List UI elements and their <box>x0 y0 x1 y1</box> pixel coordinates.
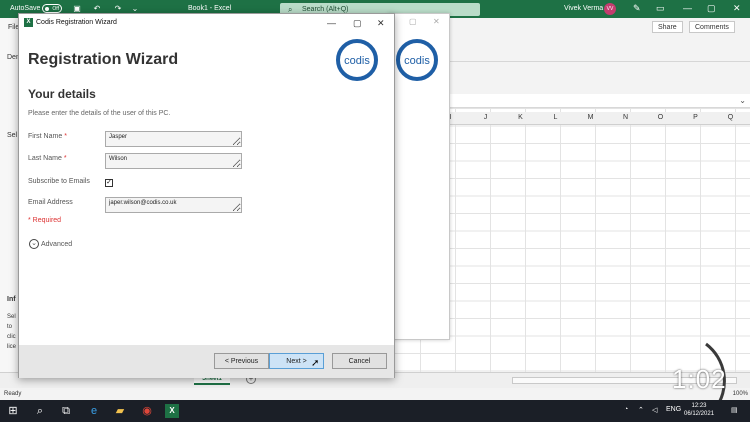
share-label: Share <box>658 24 677 31</box>
column-header[interactable]: J <box>468 114 503 121</box>
excel-taskbar-icon[interactable]: X <box>165 404 179 418</box>
logo-text: codis <box>344 55 370 67</box>
chevron-down-icon: ⌄ <box>29 239 39 249</box>
last-name-field[interactable]: Wilson <box>105 153 242 169</box>
column-header[interactable]: N <box>608 114 643 121</box>
codis-logo: codis <box>336 39 378 81</box>
wizard-titlebar: X Codis Registration Wizard — ▢ ✕ <box>19 14 394 32</box>
avatar[interactable]: VV <box>604 3 616 15</box>
comments-button[interactable]: Comments <box>689 21 735 33</box>
notifications-icon[interactable]: ▤ <box>731 406 738 414</box>
skype-icon[interactable]: ◔ <box>624 406 628 413</box>
show-hidden-icons-icon[interactable]: ⌃ <box>638 406 644 414</box>
pen-icon[interactable]: ✎ <box>633 3 641 14</box>
column-header[interactable]: Q <box>713 114 748 121</box>
minimize-icon[interactable]: — <box>683 3 692 13</box>
pane-label: Sel <box>7 132 18 139</box>
clock-date: 06/12/2021 <box>684 411 715 417</box>
pane-info-line: to <box>7 324 13 330</box>
previous-button[interactable]: < Previous <box>214 353 269 369</box>
search-icon[interactable]: ⌕ <box>33 404 47 418</box>
section-description: Please enter the details of the user of … <box>28 110 171 117</box>
volume-icon[interactable]: ◁ <box>652 406 657 414</box>
autosave-toggle[interactable]: Off <box>42 4 62 13</box>
wizard-heading: Registration Wizard <box>28 51 179 68</box>
document-title: Book1 - Excel <box>188 5 232 12</box>
last-name-label-text: Last Name <box>28 155 62 162</box>
windows-start-icon[interactable]: ⊞ <box>6 404 20 418</box>
mouse-cursor-icon: ➚ <box>311 358 320 369</box>
maximize-icon[interactable]: ▢ <box>353 14 362 32</box>
required-note-text: * Required <box>28 217 62 224</box>
column-header[interactable]: P <box>678 114 713 121</box>
search-placeholder: Search (Alt+Q) <box>302 6 349 13</box>
required-note: * Required <box>28 217 61 224</box>
file-explorer-icon[interactable]: ▰ <box>113 404 127 418</box>
edge-browser-icon[interactable]: e <box>87 404 101 418</box>
first-name-label-text: First Name <box>28 133 63 140</box>
taskbar: ⊞ ⌕ ⧉ e ▰ ◉ X ◔ ⌃ ◁ ENG 12:23 06/12/2021… <box>0 400 750 422</box>
close-icon: ✕ <box>433 17 440 26</box>
wizard-footer: < Previous Next > Cancel <box>19 345 394 378</box>
last-name-label: Last Name * <box>28 155 67 162</box>
logo-text: codis <box>404 55 430 67</box>
column-header[interactable]: O <box>643 114 678 121</box>
expand-formula-bar-icon[interactable]: ⌄ <box>739 96 746 105</box>
excel-app-icon: X <box>24 18 33 27</box>
timer-display: 1:02 <box>672 364 727 394</box>
close-icon[interactable]: ✕ <box>733 3 741 14</box>
language-indicator[interactable]: ENG <box>666 406 681 413</box>
autosave-label: AutoSave <box>10 5 41 12</box>
first-name-label: First Name * <box>28 133 67 140</box>
wizard-window-title: Codis Registration Wizard <box>36 19 117 26</box>
minimize-icon[interactable]: — <box>327 14 336 32</box>
status-text: Ready <box>4 391 22 397</box>
pane-info-text: Sel to clic lice <box>7 312 16 352</box>
column-header[interactable]: K <box>503 114 538 121</box>
taskbar-clock[interactable]: 12:23 06/12/2021 <box>684 402 714 418</box>
email-label: Email Address <box>28 199 73 206</box>
column-header[interactable]: M <box>573 114 608 121</box>
section-title: Your details <box>28 87 96 101</box>
pane-label: Inf <box>7 296 16 303</box>
close-icon[interactable]: ✕ <box>377 14 385 32</box>
maximize-icon[interactable]: ▢ <box>707 3 716 14</box>
email-field[interactable]: japer.wilson@codis.co.uk <box>105 197 242 213</box>
cancel-button[interactable]: Cancel <box>332 353 387 369</box>
codis-logo-ghost: codis <box>396 39 438 81</box>
registration-wizard-window: X Codis Registration Wizard — ▢ ✕ Regist… <box>18 13 395 378</box>
pane-info-line: Sel <box>7 314 16 320</box>
pane-info-line: lice <box>7 344 17 350</box>
advanced-label: Advanced <box>41 240 73 248</box>
user-name[interactable]: Vivek Verma <box>564 5 603 12</box>
share-button[interactable]: Share <box>652 21 683 33</box>
required-mark: * <box>63 155 67 162</box>
column-header[interactable]: L <box>538 114 573 121</box>
first-name-field[interactable]: Jasper <box>105 131 242 147</box>
maximize-icon: ▢ <box>409 17 417 26</box>
pane-info-line: clic <box>7 334 16 340</box>
subscribe-checkbox[interactable]: ✓ <box>105 179 113 187</box>
required-mark: * <box>64 133 67 140</box>
subscribe-label: Subscribe to Emails <box>28 178 90 185</box>
comments-label: Comments <box>695 24 729 31</box>
chrome-browser-icon[interactable]: ◉ <box>140 404 154 418</box>
task-view-icon[interactable]: ⧉ <box>59 404 73 418</box>
background-wizard-window: ▢ ✕ codis <box>388 13 450 340</box>
advanced-toggle[interactable]: ⌄ Advanced <box>29 239 72 249</box>
ribbon-display-icon[interactable]: ▭ <box>656 3 665 14</box>
clock-time: 12:23 <box>691 403 707 409</box>
